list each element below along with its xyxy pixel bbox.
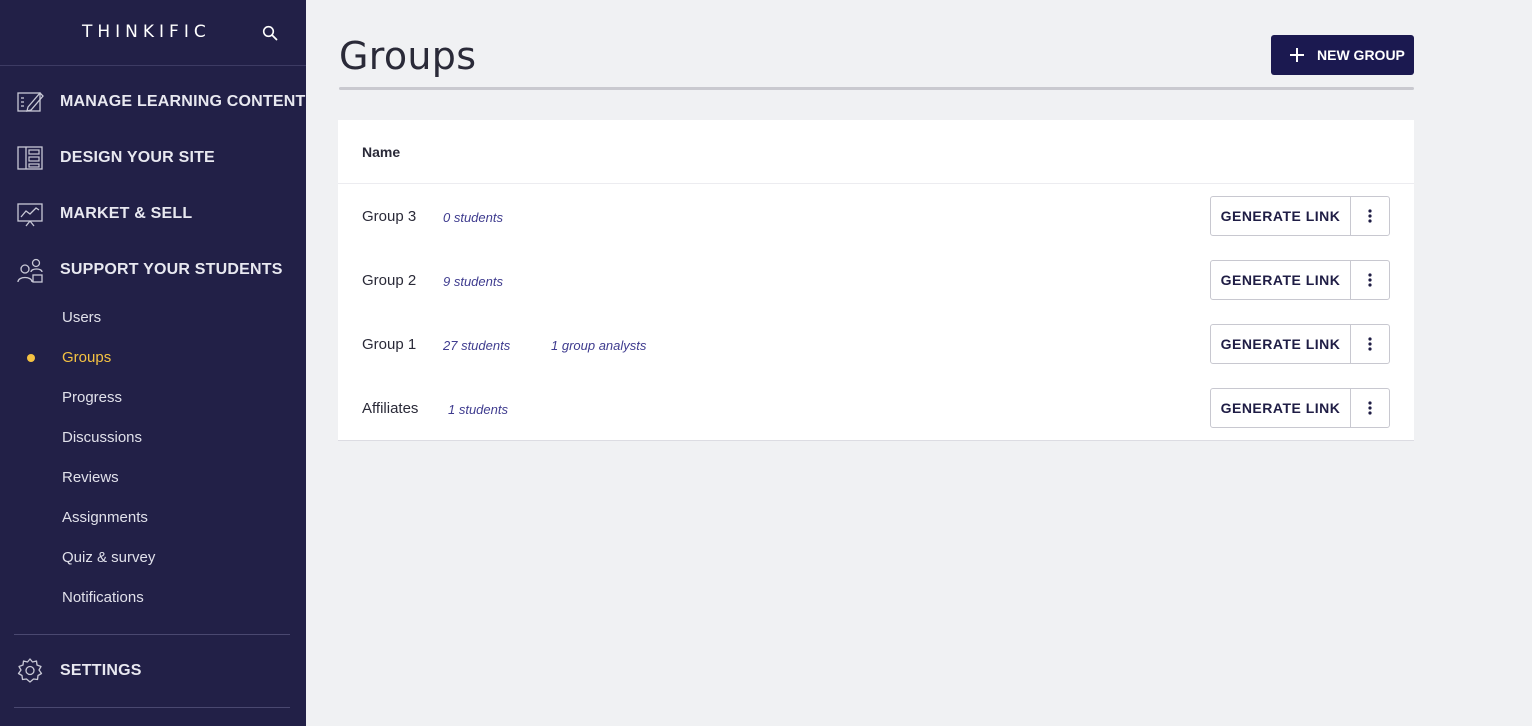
more-vertical-icon [1368,401,1372,415]
group-name[interactable]: Group 1 [362,336,416,353]
table-row: Affiliates 1 students GENERATE LINK [338,376,1414,440]
more-options-button[interactable] [1350,324,1390,364]
student-count[interactable]: 1 students [448,402,508,417]
groups-table: Name Group 3 0 students GENERATE LINK Gr… [338,120,1414,441]
nav-manage-learning-content[interactable]: MANAGE LEARNING CONTENT [0,80,306,124]
nav-label: SUPPORT YOUR STUDENTS [60,261,283,278]
more-vertical-icon [1368,209,1372,223]
generate-link-button[interactable]: GENERATE LINK [1210,388,1351,428]
sidebar-item-reviews[interactable]: Reviews [62,469,119,486]
sidebar-item-quiz-survey[interactable]: Quiz & survey [62,549,155,566]
sidebar-header: THINKIFIC [0,0,306,66]
page-title: Groups [339,34,477,78]
student-count[interactable]: 9 students [443,274,503,289]
chart-presentation-icon [17,203,43,227]
nav-support-your-students[interactable]: SUPPORT YOUR STUDENTS [0,248,306,292]
table-row: Group 3 0 students GENERATE LINK [338,184,1414,248]
table-row: Group 2 9 students GENERATE LINK [338,248,1414,312]
group-name[interactable]: Group 3 [362,208,416,225]
sidebar: THINKIFIC MANAGE LEARNING CONTENT DESIGN… [0,0,306,726]
sidebar-item-discussions[interactable]: Discussions [62,429,142,446]
more-options-button[interactable] [1350,196,1390,236]
more-options-button[interactable] [1350,260,1390,300]
group-name[interactable]: Affiliates [362,400,418,417]
sidebar-item-users[interactable]: Users [62,309,101,326]
group-analysts-count[interactable]: 1 group analysts [551,338,646,353]
people-icon [17,258,43,283]
new-group-label: NEW GROUP [1317,47,1405,63]
group-name[interactable]: Group 2 [362,272,416,289]
nav-label: MANAGE LEARNING CONTENT [60,93,306,110]
sidebar-divider [14,707,290,708]
nav-market-and-sell[interactable]: MARKET & SELL [0,192,306,236]
table-row: Group 1 27 students 1 group analysts GEN… [338,312,1414,376]
sidebar-divider [14,634,290,635]
title-divider [339,87,1414,90]
generate-link-button[interactable]: GENERATE LINK [1210,324,1351,364]
nav-settings[interactable]: SETTINGS [0,649,306,693]
layout-icon [17,146,43,170]
student-count[interactable]: 0 students [443,210,503,225]
more-vertical-icon [1368,273,1372,287]
nav-label: DESIGN YOUR SITE [60,149,215,166]
more-options-button[interactable] [1350,388,1390,428]
gear-icon [17,658,43,683]
active-indicator [27,354,35,362]
edit-content-icon [17,92,44,112]
generate-link-button[interactable]: GENERATE LINK [1210,196,1351,236]
sidebar-item-progress[interactable]: Progress [62,389,122,406]
sidebar-item-notifications[interactable]: Notifications [62,589,144,606]
nav-design-your-site[interactable]: DESIGN YOUR SITE [0,136,306,180]
sidebar-item-groups[interactable]: Groups [62,349,111,366]
new-group-button[interactable]: NEW GROUP [1271,35,1414,75]
student-count[interactable]: 27 students [443,338,510,353]
more-vertical-icon [1368,337,1372,351]
sidebar-item-assignments[interactable]: Assignments [62,509,148,526]
search-icon[interactable] [262,25,278,41]
nav-label: MARKET & SELL [60,205,193,222]
brand-logo[interactable]: THINKIFIC [82,22,211,42]
nav-label: SETTINGS [60,662,142,679]
column-header-name[interactable]: Name [362,144,400,160]
generate-link-button[interactable]: GENERATE LINK [1210,260,1351,300]
plus-icon [1290,48,1304,62]
